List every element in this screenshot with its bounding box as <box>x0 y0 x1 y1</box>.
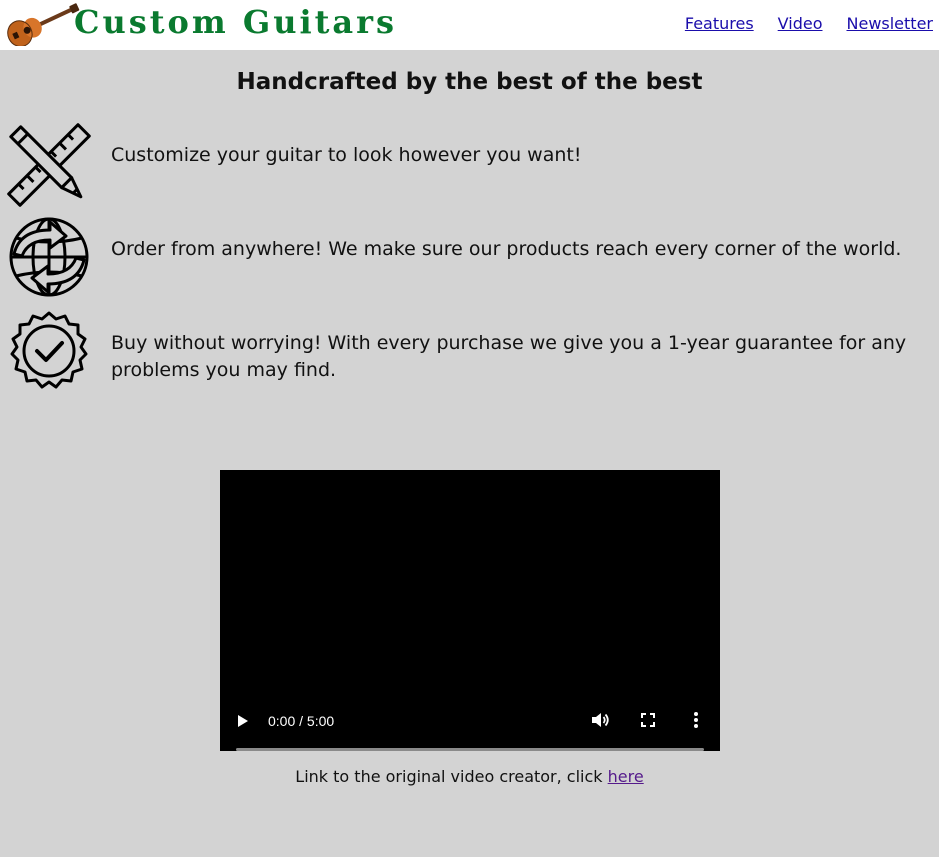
volume-icon[interactable] <box>590 710 610 730</box>
video-player[interactable]: 0:00 / 5:00 <box>220 470 720 751</box>
credit-link[interactable]: here <box>608 767 644 786</box>
nav-link-video[interactable]: Video <box>778 14 823 33</box>
video-controls: 0:00 / 5:00 <box>220 691 720 751</box>
video-time: 0:00 / 5:00 <box>268 713 335 729</box>
feature-text-worldwide: Order from anywhere! We make sure our pr… <box>111 238 902 260</box>
badge-check-icon <box>10 311 88 389</box>
nav-link-newsletter[interactable]: Newsletter <box>847 14 934 33</box>
play-icon[interactable] <box>238 715 248 727</box>
pencil-ruler-icon <box>7 123 91 207</box>
site-header: Custom Guitars Features Video Newsletter <box>0 0 939 50</box>
feature-text-guarantee: Buy without worrying! With every purchas… <box>111 332 907 381</box>
brand-name: Custom Guitars <box>74 3 398 41</box>
credit-text: Link to the original video creator, clic… <box>295 767 608 786</box>
video-credit: Link to the original video creator, clic… <box>0 766 939 788</box>
more-options-icon[interactable] <box>686 710 706 730</box>
main-nav: Features Video Newsletter <box>685 14 933 33</box>
feature-text-customize: Customize your guitar to look however yo… <box>111 144 582 166</box>
nav-link-features[interactable]: Features <box>685 14 754 33</box>
video-progress-bar[interactable] <box>236 748 704 751</box>
globe-arrows-icon <box>9 217 89 297</box>
guitar-logo-icon <box>7 3 80 46</box>
page-headline: Handcrafted by the best of the best <box>236 69 703 95</box>
fullscreen-icon[interactable] <box>638 710 658 730</box>
